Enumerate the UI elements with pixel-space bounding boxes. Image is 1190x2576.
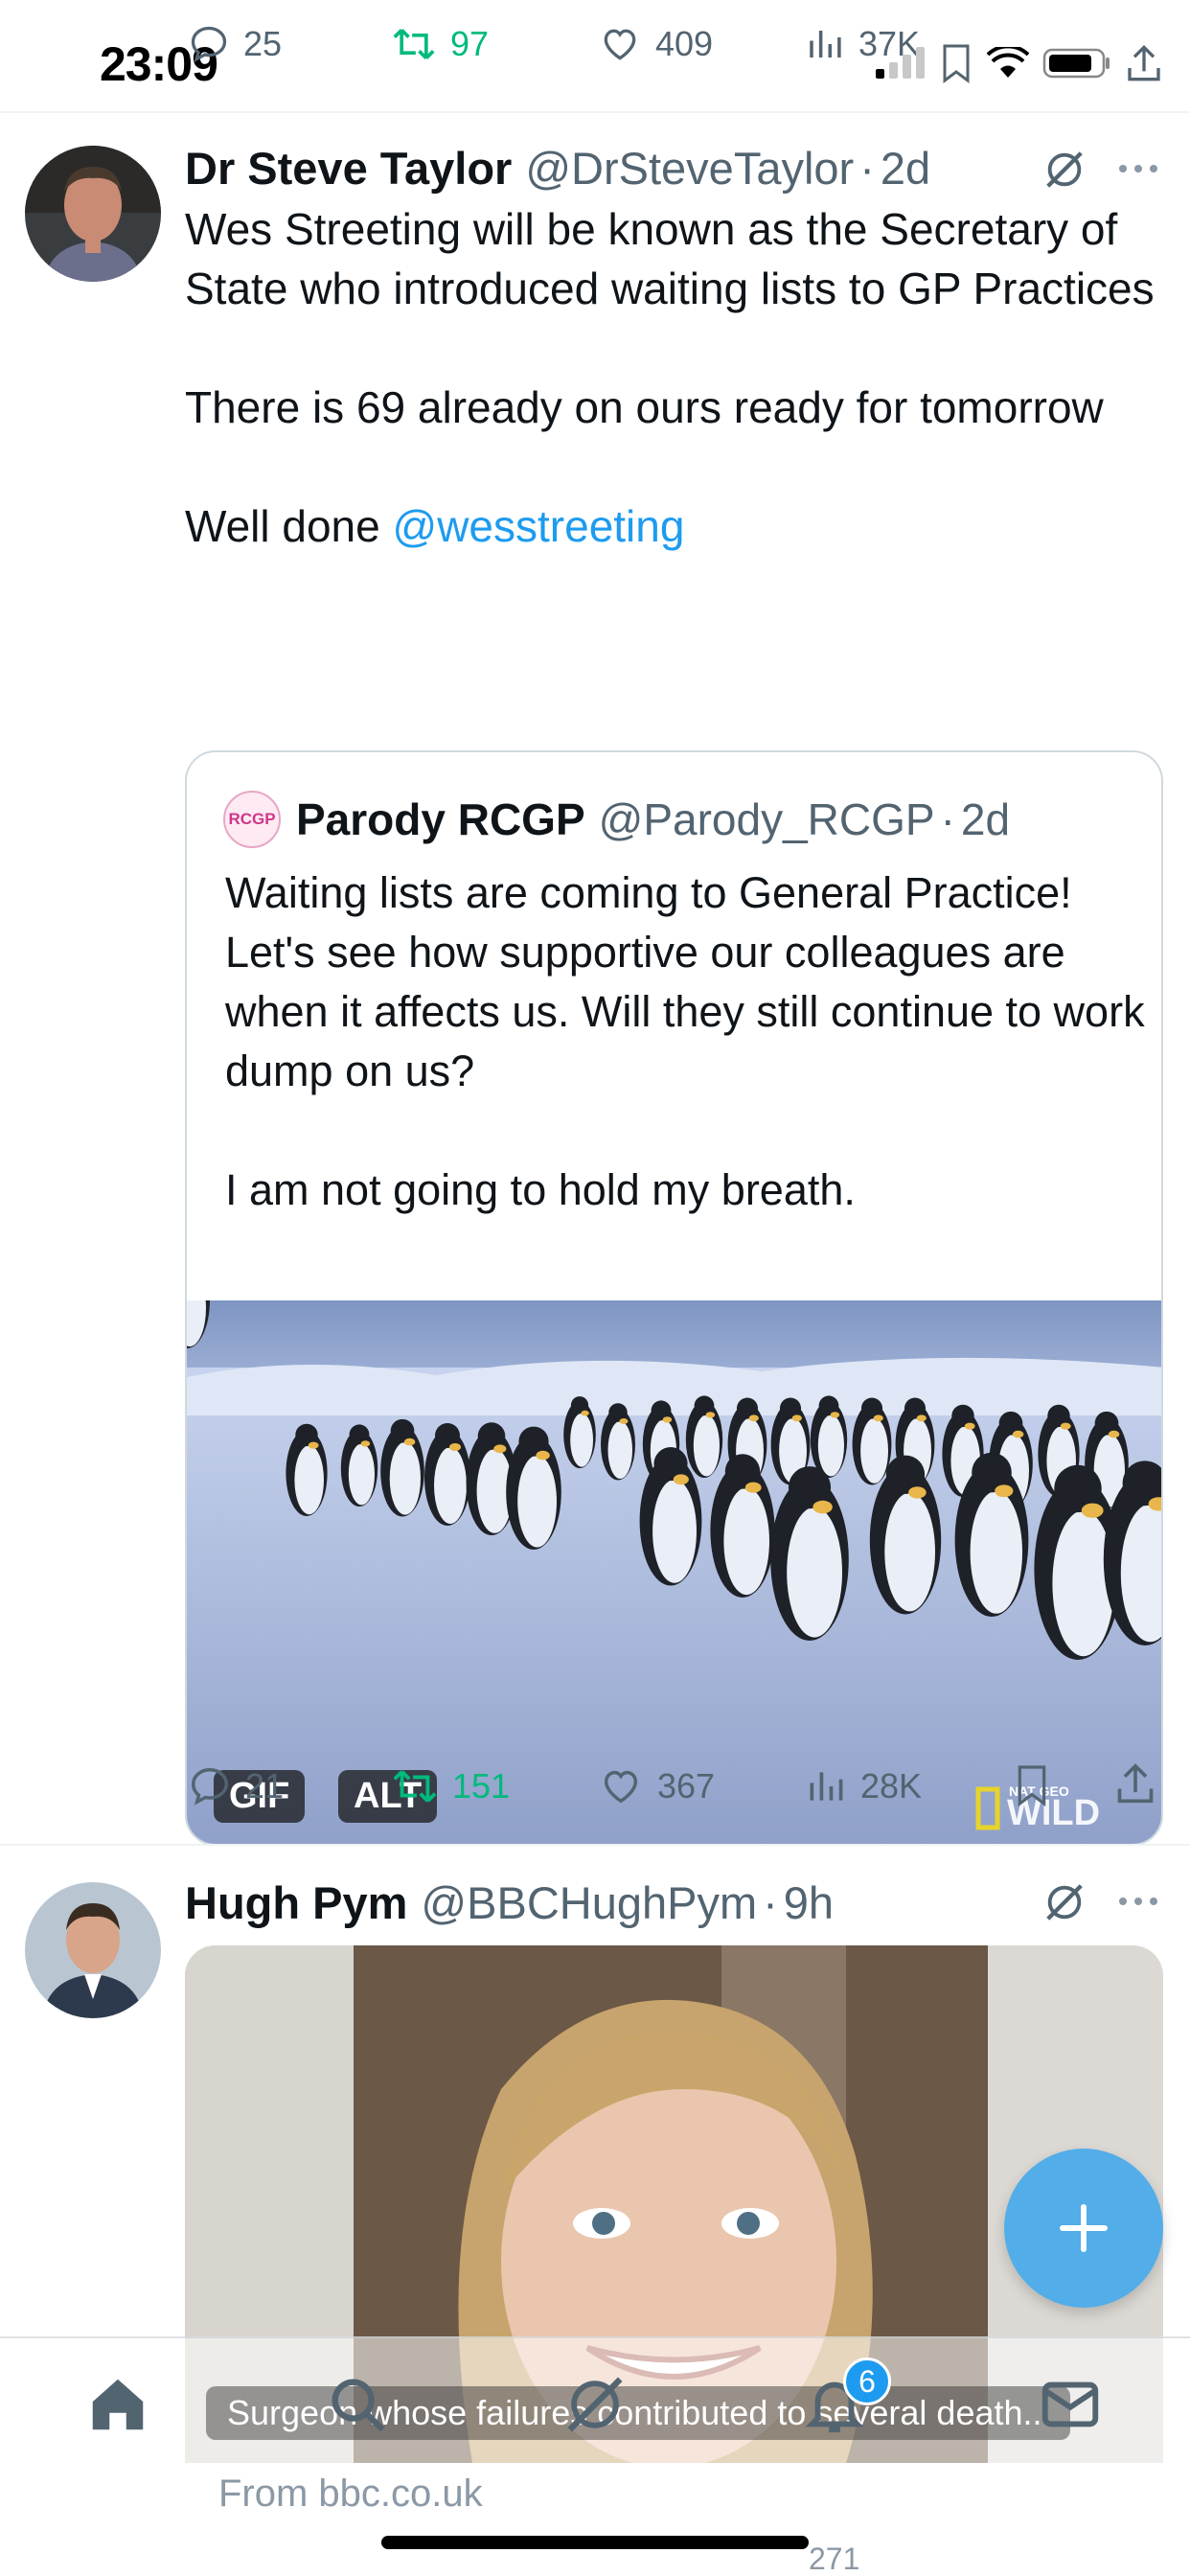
more-icon[interactable] xyxy=(1117,1894,1159,1909)
avatar-image xyxy=(25,1882,161,2018)
compose-button[interactable] xyxy=(1004,2149,1163,2308)
author-name[interactable]: Dr Steve Taylor xyxy=(185,142,512,195)
signal-icon xyxy=(876,47,925,79)
tweet-text-line: Well done @wesstreeting xyxy=(185,496,1172,556)
grok-icon[interactable] xyxy=(1042,148,1087,192)
tweet-time[interactable]: 9h xyxy=(784,1876,834,1929)
home-icon[interactable] xyxy=(84,2371,151,2438)
like-button[interactable]: 367 xyxy=(598,1764,715,1808)
repost-icon xyxy=(393,29,435,59)
search-icon[interactable] xyxy=(324,2371,391,2438)
battery-icon xyxy=(1042,48,1110,79)
reply-button[interactable]: 21 xyxy=(188,1764,284,1808)
quote-time: 2d xyxy=(960,794,1011,844)
separator: · xyxy=(763,1877,778,1928)
author-handle[interactable]: @DrSteveTaylor xyxy=(525,142,854,195)
home-indicator[interactable] xyxy=(381,2536,809,2549)
wifi-icon xyxy=(987,47,1029,78)
repost-icon xyxy=(393,1770,437,1803)
quote-text-line: Waiting lists are coming to General Prac… xyxy=(225,868,1072,917)
tweet-header: Dr Steve Taylor @DrSteveTaylor · 2d xyxy=(185,142,930,195)
quote-avatar[interactable]: RCGP xyxy=(223,791,281,848)
prev-reply-count: 25 xyxy=(243,24,283,63)
prev-repost-button[interactable]: 97 xyxy=(391,23,489,65)
reply-count: 21 xyxy=(245,1766,285,1806)
bookmark-icon[interactable] xyxy=(1014,1762,1050,1808)
tweet-dr-steve-taylor[interactable]: Dr Steve Taylor @DrSteveTaylor · 2d Wes … xyxy=(0,113,1190,1846)
like-icon xyxy=(604,1770,638,1804)
tweet-text-line xyxy=(185,318,1172,378)
repost-button[interactable]: 151 xyxy=(391,1764,510,1808)
messages-icon[interactable] xyxy=(1037,2371,1104,2438)
mention-link[interactable]: @wesstreeting xyxy=(393,501,685,551)
more-icon[interactable] xyxy=(1117,161,1159,176)
avatar-image xyxy=(25,146,161,282)
quoted-tweet[interactable]: RCGP Parody RCGP @Parody_RCGP · 2d Waiti… xyxy=(185,750,1163,1846)
prev-like-button[interactable]: 409 xyxy=(598,23,713,65)
grok-icon[interactable] xyxy=(1042,1880,1087,1924)
grok-nav-icon[interactable] xyxy=(561,2371,629,2438)
tweet-text-line: Wes Streeting will be known as the Secre… xyxy=(185,204,1155,313)
views-icon xyxy=(810,1772,843,1801)
reply-icon xyxy=(191,26,227,62)
quote-author-handle: @Parody_RCGP xyxy=(598,794,935,844)
tweet-text-line xyxy=(185,437,1172,496)
tweet-text-prefix: Well done xyxy=(185,501,393,551)
author-handle[interactable]: @BBCHughPym xyxy=(421,1876,757,1929)
prev-like-count: 409 xyxy=(655,24,714,63)
status-icons xyxy=(874,42,1163,84)
compose-icon xyxy=(1060,2204,1108,2252)
quote-text-line xyxy=(225,1101,1145,1161)
prev-reply-button[interactable]: 25 xyxy=(188,23,282,65)
tweet-time[interactable]: 2d xyxy=(881,142,930,195)
avatar[interactable] xyxy=(25,1882,161,2018)
tweet-text-line: There is 69 already on ours ready for to… xyxy=(185,382,1104,432)
views-button[interactable]: 28K xyxy=(805,1764,922,1808)
partial-views-count: 271 xyxy=(809,2542,860,2576)
share-icon xyxy=(1128,44,1160,81)
like-count: 367 xyxy=(657,1766,716,1806)
bookmark-icon xyxy=(943,44,970,83)
reply-icon xyxy=(192,1768,228,1806)
author-name[interactable]: Hugh Pym xyxy=(185,1876,407,1929)
views-icon xyxy=(810,31,841,58)
like-icon xyxy=(604,29,636,60)
quote-header: RCGP Parody RCGP @Parody_RCGP · 2d xyxy=(223,791,1010,848)
quote-text-line: I am not going to hold my breath. xyxy=(225,1165,856,1214)
share-icon[interactable] xyxy=(1114,1760,1156,1806)
tweet-header: Hugh Pym @BBCHughPym · 9h xyxy=(185,1876,834,1929)
quote-text-line: Let's see how supportive our colleagues … xyxy=(225,928,1145,1095)
quote-text: Waiting lists are coming to General Prac… xyxy=(225,863,1145,1220)
card-source[interactable]: From bbc.co.uk xyxy=(218,2472,483,2516)
tweet-actions: 21 151 367 28K xyxy=(185,1755,1172,1822)
separator: · xyxy=(859,143,875,194)
views-count: 28K xyxy=(860,1766,923,1806)
separator: · xyxy=(940,794,955,844)
repost-count: 151 xyxy=(452,1766,511,1806)
tweet-text: Wes Streeting will be known as the Secre… xyxy=(185,199,1172,556)
notifications-badge: 6 xyxy=(843,2358,891,2405)
status-bar: 23:09 25 97 409 37K xyxy=(0,0,1190,113)
prev-repost-count: 97 xyxy=(450,24,490,63)
quote-author-name: Parody RCGP xyxy=(296,794,585,844)
avatar[interactable] xyxy=(25,146,161,282)
